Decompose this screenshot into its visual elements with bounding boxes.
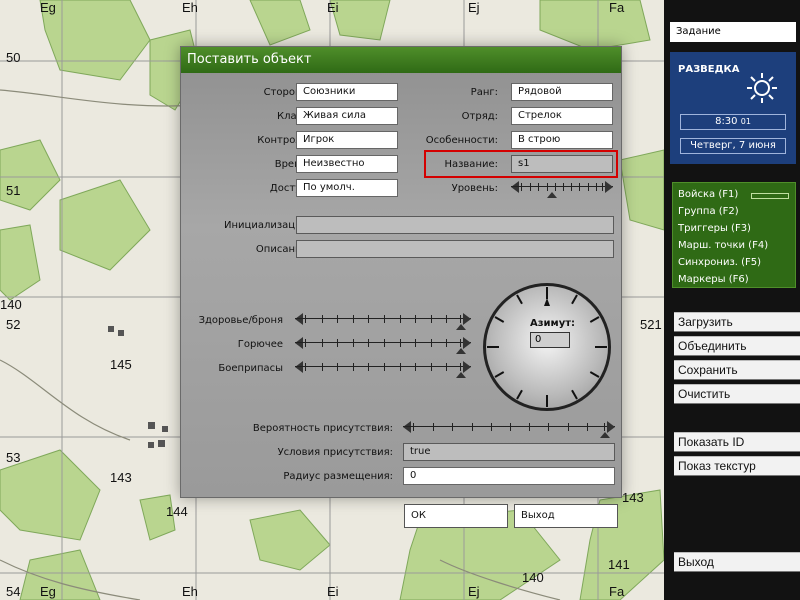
level-label: Уровень:	[451, 183, 498, 194]
map-grid-label: 54	[6, 584, 21, 599]
ammo-slider[interactable]	[295, 359, 471, 378]
mode-waypoints[interactable]: Марш. точки (F4)	[678, 240, 768, 251]
access-field[interactable]: По умолч.	[296, 179, 398, 197]
compass-tick	[589, 316, 600, 323]
mode-selected-indicator	[751, 193, 789, 199]
mode-markers[interactable]: Маркеры (F6)	[678, 274, 749, 285]
map-grid-label: 52	[6, 317, 21, 332]
dialog-title: Поставить объект	[181, 47, 621, 73]
map-grid-label: Fa	[609, 0, 625, 15]
show-textures-button[interactable]: Показ текстур	[674, 456, 800, 476]
radius-label: Радиус размещения:	[283, 471, 393, 482]
map-grid-label: 50	[6, 50, 21, 65]
desc-field[interactable]	[296, 240, 614, 258]
map-elevation-label: 521	[640, 317, 662, 332]
mode-groups[interactable]: Группа (F2)	[678, 206, 739, 217]
map-grid-label: Ej	[468, 584, 480, 599]
map-elevation-label: 141	[608, 557, 630, 572]
save-button[interactable]: Сохранить	[674, 360, 800, 380]
compass-tick	[516, 294, 523, 305]
task-button[interactable]: Задание	[670, 22, 796, 42]
map-grid-label: Fa	[609, 584, 625, 599]
merge-button[interactable]: Объединить	[674, 336, 800, 356]
rank-label: Ранг:	[470, 87, 498, 98]
map-grid-label: Eg	[40, 584, 56, 599]
azimuth-field[interactable]: 0	[530, 332, 570, 348]
mission-date: Четверг, 7 июня	[680, 138, 786, 154]
compass-tick	[516, 389, 523, 400]
recon-box[interactable]: РАЗВЕДКА 8:30 01 Четверг, 7 июня	[670, 52, 796, 164]
mission-time-sec: 01	[740, 117, 751, 126]
map-elevation-label: 143	[110, 470, 132, 485]
health-label: Здоровье/броня	[198, 315, 283, 326]
map-grid-label: Ej	[468, 0, 480, 15]
probability-slider[interactable]	[403, 419, 615, 438]
init-field[interactable]	[296, 216, 614, 234]
editor-modes-list: Войска (F1) Группа (F2) Триггеры (F3) Ма…	[672, 182, 796, 288]
clear-button[interactable]: Очистить	[674, 384, 800, 404]
fuel-slider[interactable]	[295, 335, 471, 354]
map-grid-label: Eg	[40, 0, 56, 15]
azimuth-compass[interactable]: Азимут: 0	[483, 283, 611, 411]
map-grid-label: 53	[6, 450, 21, 465]
map-grid-label: Eh	[182, 584, 198, 599]
mode-units[interactable]: Войска (F1)	[678, 189, 738, 200]
mode-sync[interactable]: Синхрониз. (F5)	[678, 257, 761, 268]
place-object-dialog: Поставить объект Сторона: Союзники Класс…	[180, 46, 622, 498]
map-grid-label: Ei	[327, 584, 339, 599]
condition-field[interactable]: true	[403, 443, 615, 461]
map-elevation-label: 145	[110, 357, 132, 372]
side-field[interactable]: Союзники	[296, 83, 398, 101]
load-button[interactable]: Загрузить	[674, 312, 800, 332]
ok-button[interactable]: ОК	[404, 504, 508, 528]
squad-field[interactable]: Стрелок	[511, 107, 613, 125]
compass-tick	[494, 371, 505, 378]
map-elevation-label: 144	[166, 504, 188, 519]
ammo-label: Боеприпасы	[218, 363, 283, 374]
rank-field[interactable]: Рядовой	[511, 83, 613, 101]
probability-label: Вероятность присутствия:	[252, 423, 393, 434]
fuel-label: Горючее	[237, 339, 283, 350]
compass-heading-marker	[544, 298, 550, 306]
map-grid-label: Eh	[182, 0, 198, 15]
sun-icon	[747, 73, 777, 103]
squad-label: Отряд:	[461, 111, 498, 122]
level-slider[interactable]	[511, 179, 613, 198]
special-field[interactable]: В строю	[511, 131, 613, 149]
name-field-highlight	[424, 150, 618, 178]
recon-title: РАЗВЕДКА	[678, 64, 740, 75]
map-grid-label: 51	[6, 183, 21, 198]
radius-field[interactable]: 0	[403, 467, 615, 485]
show-id-button[interactable]: Показать ID	[674, 432, 800, 452]
azimuth-label: Азимут:	[530, 318, 576, 329]
mode-triggers[interactable]: Триггеры (F3)	[678, 223, 751, 234]
map-elevation-label: 143	[622, 490, 644, 505]
health-slider[interactable]	[295, 311, 471, 330]
time-field[interactable]: Неизвестно	[296, 155, 398, 173]
mission-time: 8:30 01	[680, 114, 786, 130]
dialog-exit-button[interactable]: Выход	[514, 504, 618, 528]
control-field[interactable]: Игрок	[296, 131, 398, 149]
compass-tick	[571, 389, 578, 400]
map-grid-label: Ei	[327, 0, 339, 15]
special-label: Особенности:	[425, 135, 498, 146]
condition-label: Условия присутствия:	[277, 447, 393, 458]
compass-tick	[571, 294, 578, 305]
mission-time-hm: 8:30	[715, 116, 738, 127]
class-field[interactable]: Живая сила	[296, 107, 398, 125]
compass-tick	[494, 316, 505, 323]
map-elevation-label: 140	[522, 570, 544, 585]
compass-tick	[589, 371, 600, 378]
exit-button[interactable]: Выход	[674, 552, 800, 572]
editor-side-panel: Задание РАЗВЕДКА 8:30 01 Четверг, 7 июня…	[664, 0, 800, 600]
map-elevation-label: 140	[0, 297, 22, 312]
